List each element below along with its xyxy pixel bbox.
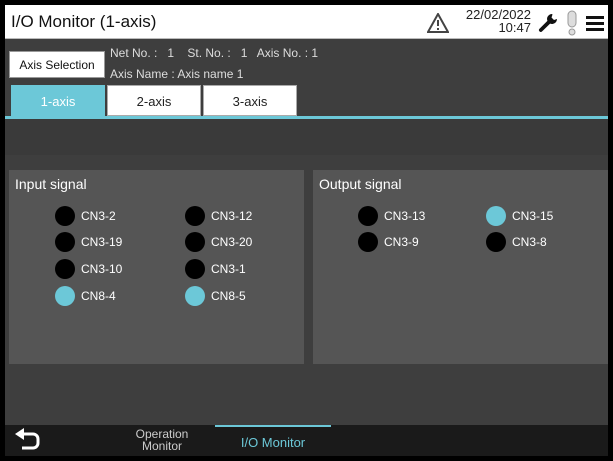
signal-label: CN8-5 [211,289,246,303]
signal-label: CN3-19 [81,235,123,249]
signal-label: CN3-12 [211,209,253,223]
menu-icon[interactable] [585,13,605,33]
signal-label: CN3-10 [81,262,123,276]
led-off-indicator [185,206,205,226]
signal-cn3-19: CN3-19 [55,232,122,252]
led-on-indicator [486,206,506,226]
signal-label: CN3-13 [384,209,426,223]
signal-cn8-4: CN8-4 [55,286,116,306]
signal-label: CN3-9 [384,235,419,249]
signal-cn3-9: CN3-9 [358,232,419,252]
tab-2-axis[interactable]: 2-axis [107,85,201,116]
signal-cn3-10: CN3-10 [55,259,122,279]
output-signal-title: Output signal [319,176,402,192]
led-off-indicator [55,259,75,279]
led-off-indicator [358,232,378,252]
signal-cn3-8: CN3-8 [486,232,547,252]
nav-io-monitor[interactable]: I/O Monitor [215,425,331,456]
nav-operation-monitor[interactable]: Operation Monitor [113,428,211,452]
warning-icon[interactable] [427,13,449,33]
signal-cn3-15: CN3-15 [486,206,553,226]
led-on-indicator [185,286,205,306]
page-title: I/O Monitor (1-axis) [11,12,157,31]
led-off-indicator [55,206,75,226]
led-on-indicator [55,286,75,306]
input-signal-title: Input signal [15,176,87,192]
axis-selection-button[interactable]: Axis Selection [9,51,105,78]
axis-name: Axis Name : Axis name 1 [110,67,244,81]
nav-operation-monitor-line2: Monitor [141,439,182,453]
alarm-icon[interactable] [566,10,578,36]
tab-1-axis[interactable]: 1-axis [11,85,105,116]
signal-cn3-20: CN3-20 [185,232,252,252]
signal-label: CN3-15 [512,209,554,223]
wrench-icon[interactable] [537,12,559,34]
signal-cn3-2: CN3-2 [55,206,116,226]
signal-label: CN3-1 [211,262,246,276]
signal-cn8-5: CN8-5 [185,286,246,306]
tab-3-axis[interactable]: 3-axis [203,85,297,116]
io-monitor-screen: I/O Monitor (1-axis) 22/02/2022 10:47 Ax… [5,5,608,456]
axis-numbers: Net No. : 1 St. No. : 1 Axis No. : 1 [110,46,319,60]
output-signal-panel: Output signal CN3-13 CN3-15 CN3-9 CN3-8 [313,170,608,364]
input-signal-panel: Input signal CN3-2 CN3-12 CN3-19 CN3-20 … [9,170,304,364]
signal-cn3-12: CN3-12 [185,206,252,226]
signal-label: CN3-8 [512,235,547,249]
spacer-band [5,119,608,155]
led-off-indicator [358,206,378,226]
signal-label: CN3-20 [211,235,253,249]
title-bar: I/O Monitor (1-axis) 22/02/2022 10:47 [5,5,608,39]
back-icon[interactable] [13,428,43,454]
datetime: 22/02/2022 10:47 [457,8,531,34]
axis-info-bar: Axis Selection Net No. : 1 St. No. : 1 A… [5,40,608,85]
bottom-nav: Operation Monitor I/O Monitor [5,425,608,456]
led-off-indicator [185,259,205,279]
signal-cn3-13: CN3-13 [358,206,425,226]
led-off-indicator [55,232,75,252]
time-text: 10:47 [498,20,531,35]
led-off-indicator [185,232,205,252]
signal-label: CN8-4 [81,289,116,303]
axis-tabs: 1-axis 2-axis 3-axis [5,85,608,117]
signal-cn3-1: CN3-1 [185,259,246,279]
led-off-indicator [486,232,506,252]
signal-label: CN3-2 [81,209,116,223]
